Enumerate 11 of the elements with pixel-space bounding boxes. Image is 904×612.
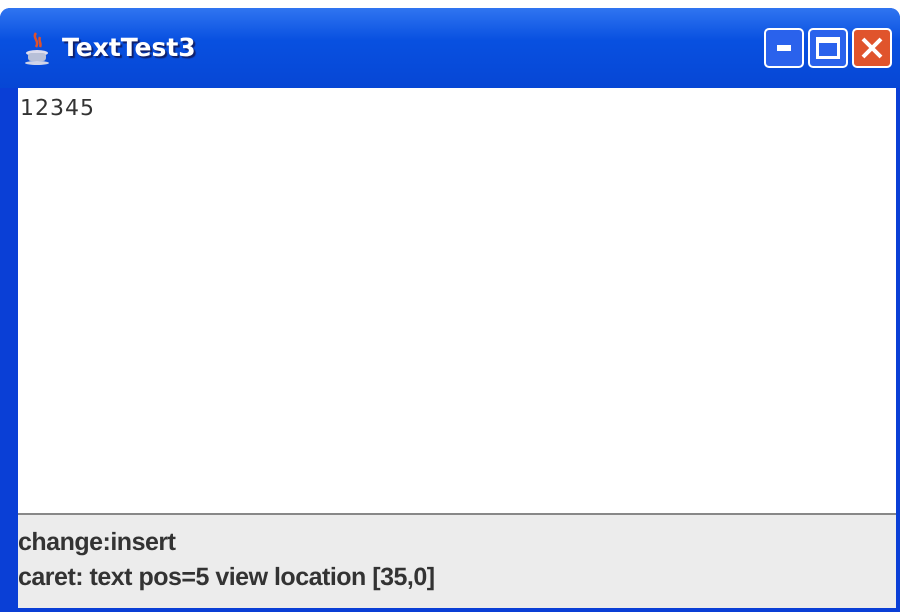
status-text: change:insert — [18, 527, 177, 558]
text-area[interactable]: 12345 — [18, 88, 896, 515]
minimize-icon — [777, 45, 791, 51]
coffee-cup-icon — [24, 31, 50, 65]
maximize-icon — [816, 37, 840, 59]
maximize-button[interactable] — [808, 28, 848, 68]
close-button[interactable] — [852, 28, 892, 68]
close-icon — [860, 36, 884, 60]
minimize-button[interactable] — [764, 28, 804, 68]
status-text: caret: text pos=5 view location [35,0] — [18, 562, 436, 593]
window-title: TextTest3 — [62, 32, 197, 64]
